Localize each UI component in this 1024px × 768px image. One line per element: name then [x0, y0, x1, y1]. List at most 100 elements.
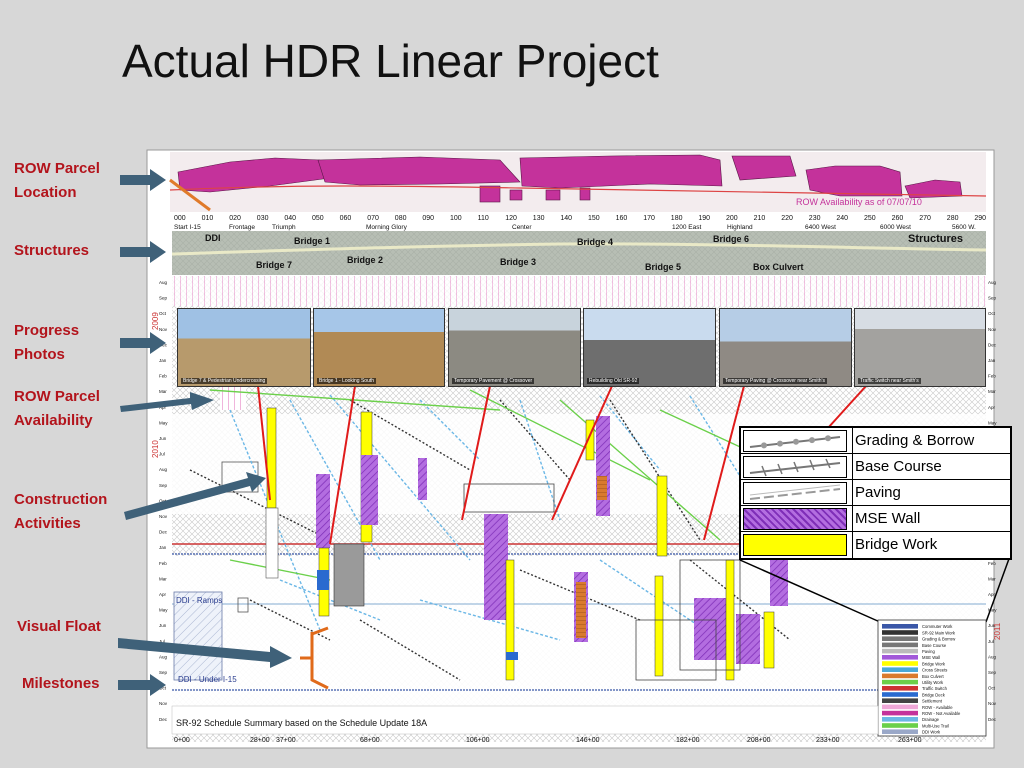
month-label: Feb: [159, 374, 167, 379]
structure-label: Bridge 4: [577, 237, 613, 247]
station-label: 280: [947, 215, 959, 222]
label-row-parcel-location: ROW Parcel Location: [14, 160, 100, 201]
station-label: 230: [809, 215, 821, 222]
month-label: Jan: [159, 545, 167, 550]
station-label: 020: [229, 215, 241, 222]
month-label: Feb: [988, 374, 996, 379]
station-label: 240: [836, 215, 848, 222]
mini-legend-swatch: [882, 704, 918, 710]
month-label: Oct: [988, 311, 996, 316]
station-label: 130: [533, 215, 545, 222]
structure-label: Bridge 3: [500, 257, 536, 267]
month-label: Sep: [988, 296, 997, 301]
progress-photo-4: Rebuilding Old SR-92: [583, 308, 716, 387]
station-label: 090: [422, 215, 434, 222]
slide: Actual HDR Linear Project ROW Availabili…: [0, 0, 1024, 768]
mini-legend-swatch: [882, 723, 918, 728]
year-label: 2011: [993, 622, 1002, 640]
month-label: Mar: [988, 389, 996, 394]
mini-legend-swatch: [882, 686, 918, 691]
progress-photo-6: Traffic Switch near Smith's: [854, 308, 986, 387]
mini-legend-swatch: [882, 698, 918, 703]
month-label: May: [159, 420, 168, 425]
month-label: Aug: [159, 280, 168, 285]
month-label: Sep: [159, 670, 168, 675]
ddi-under-label: DDI - Under I-15: [178, 675, 237, 684]
mini-legend-swatch: [882, 679, 918, 685]
paving-swatch: [743, 482, 847, 504]
station-label: 030: [257, 215, 269, 222]
mini-legend-swatch: [882, 710, 918, 716]
month-label: Feb: [988, 561, 996, 566]
mini-legend-label: Commuter Work: [922, 624, 953, 629]
mini-legend-label: Grading & Borrow: [922, 637, 956, 642]
mini-legend-swatch: [882, 642, 918, 648]
station-label: 160: [616, 215, 628, 222]
mini-legend-label: Drainage: [922, 717, 940, 722]
station-name: 1200 East: [672, 224, 701, 231]
month-label: Oct: [159, 311, 167, 316]
month-label: Jun: [159, 436, 167, 441]
station-label: 060: [340, 215, 352, 222]
label-milestones: Milestones: [22, 675, 100, 692]
structure-label: Bridge 2: [347, 255, 383, 265]
legend-row-mse: MSE Wall: [741, 506, 1010, 532]
station-label: 260: [892, 215, 904, 222]
month-label: Mar: [159, 389, 167, 394]
month-label: Dec: [159, 530, 168, 535]
mini-legend-label: ROW - Available: [922, 705, 953, 710]
station-label: 200: [726, 215, 738, 222]
station-name: 6000 West: [880, 224, 911, 231]
bottom-station-label: 182+00: [676, 737, 700, 744]
progress-photo-2: Bridge 1 - Looking South: [313, 308, 445, 387]
legend-row-paving: Paving: [741, 480, 1010, 506]
legend-row-base: Base Course: [741, 454, 1010, 480]
structure-label: Bridge 5: [645, 262, 681, 272]
structure-label: DDI: [205, 233, 221, 243]
station-label: 140: [560, 215, 572, 222]
mini-legend-label: DDI Work: [922, 730, 941, 735]
station-label: 040: [284, 215, 296, 222]
month-label: Dec: [988, 342, 997, 347]
mini-legend-label: ROW - Not Available: [922, 711, 961, 716]
month-label: Feb: [159, 561, 167, 566]
month-label: Dec: [159, 717, 168, 722]
month-label: Jan: [159, 358, 167, 363]
year-label: 2010: [151, 440, 160, 458]
station-label: 150: [588, 215, 600, 222]
station-label: 270: [919, 215, 931, 222]
mini-legend-label: Utility Work: [922, 680, 944, 685]
station-label: 010: [202, 215, 214, 222]
structure-label: Bridge 1: [294, 236, 330, 246]
station-label: 110: [478, 215, 489, 222]
mini-legend-label: Base Course: [922, 643, 947, 648]
mini-legend-swatch: [882, 717, 918, 722]
bottom-station-label: 37+00: [276, 737, 296, 744]
month-label: Dec: [988, 717, 997, 722]
bottom-station-label: 68+00: [360, 737, 380, 744]
station-label: 120: [505, 215, 517, 222]
progress-photo-3: Temporary Pavement @ Crossover: [448, 308, 581, 387]
mini-legend-swatch: [882, 692, 918, 697]
legend-row-bridge: Bridge Work: [741, 532, 1010, 558]
station-label: 170: [643, 215, 655, 222]
structure-label: Bridge 6: [713, 234, 749, 244]
mini-legend-swatch: [882, 630, 918, 635]
station-label: 180: [671, 215, 683, 222]
year-label: 2009: [151, 312, 160, 330]
month-label: Mar: [988, 576, 996, 581]
month-label: Sep: [159, 483, 168, 488]
legend-row-grading: Grading & Borrow: [741, 428, 1010, 454]
month-label: Aug: [159, 654, 168, 659]
bottom-station-label: 0+00: [174, 737, 190, 744]
month-label: Aug: [159, 467, 168, 472]
bottom-station-label: 28+00: [250, 737, 270, 744]
month-label: Mar: [159, 576, 167, 581]
station-name: Frontage: [229, 224, 255, 231]
station-name: Triumph: [272, 224, 296, 231]
structure-label: Bridge 7: [256, 260, 292, 270]
month-label: May: [159, 608, 168, 613]
mini-legend-swatch: [882, 655, 918, 660]
station-label: 100: [450, 215, 462, 222]
month-label: Sep: [159, 296, 168, 301]
